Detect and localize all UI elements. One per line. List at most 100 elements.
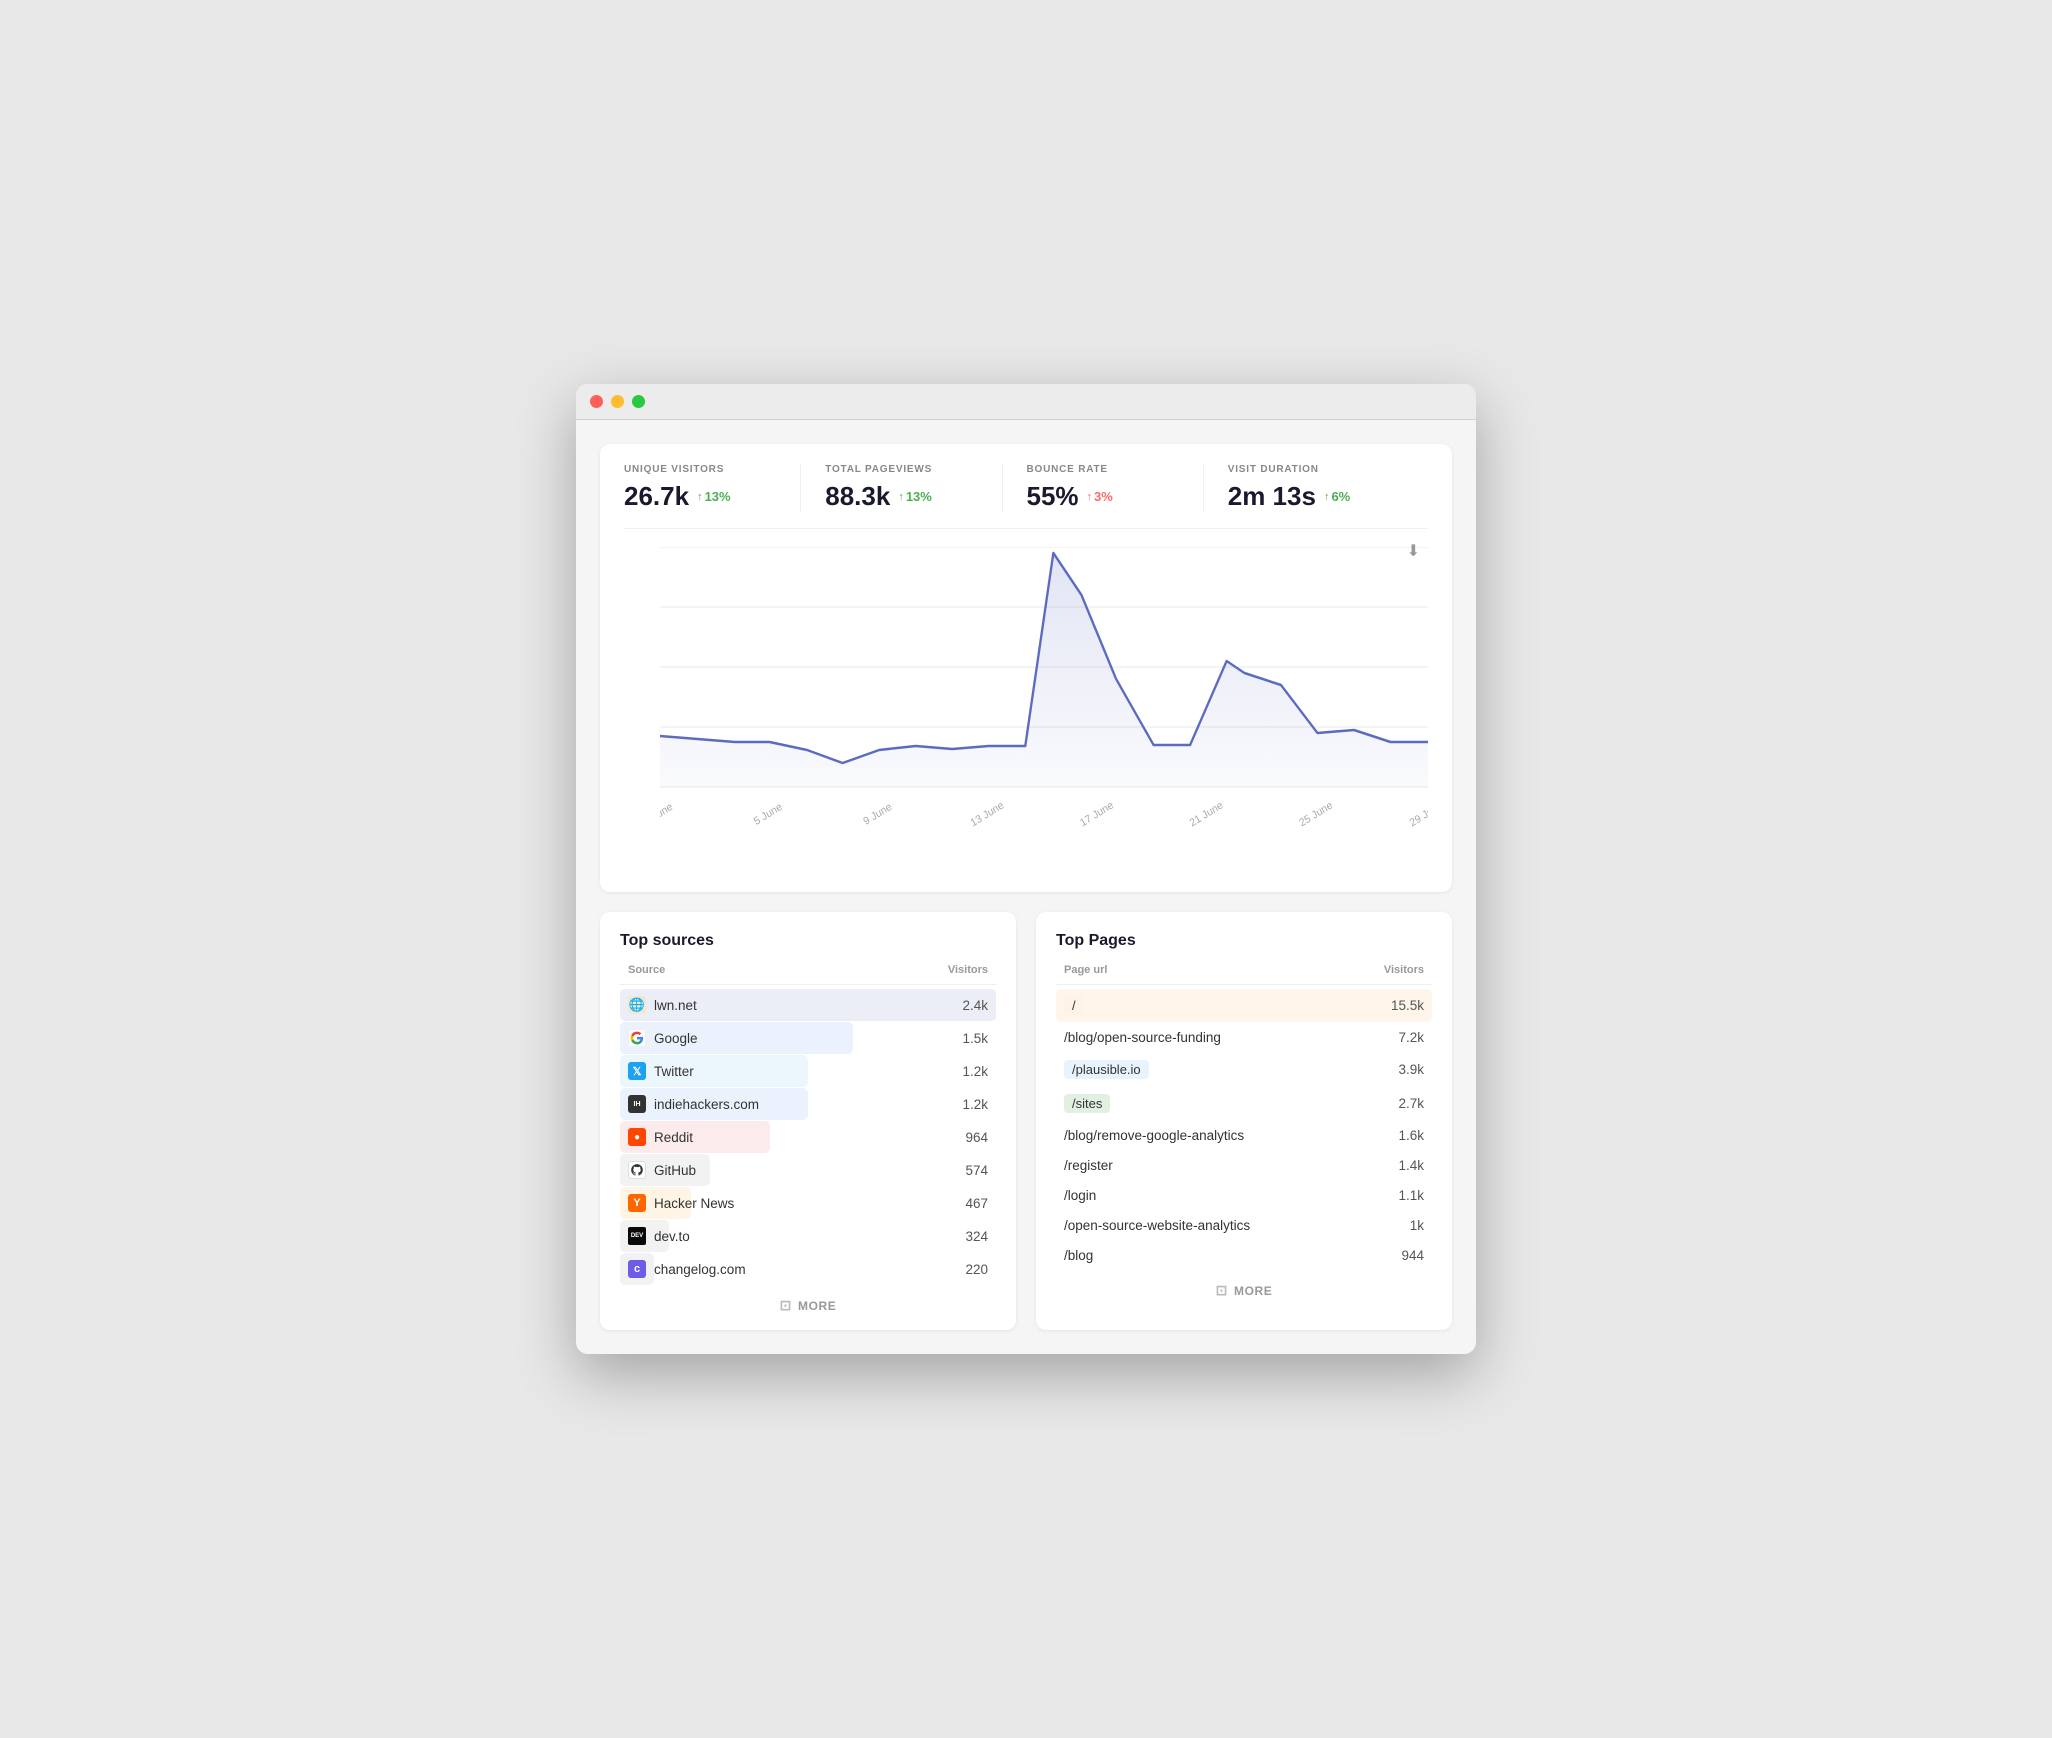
page-row-login[interactable]: /login 1.1k	[1056, 1181, 1432, 1210]
svg-text:9 June: 9 June	[861, 801, 894, 828]
source-visitors-twitter: 1.2k	[962, 1064, 988, 1079]
stat-bounce-rate-value: 55%	[1027, 481, 1079, 512]
svg-text:17 June: 17 June	[1078, 799, 1116, 829]
pages-col-visitors: Visitors	[1384, 964, 1424, 976]
sources-col-source: Source	[628, 964, 665, 976]
page-row-osa[interactable]: /open-source-website-analytics 1k	[1056, 1211, 1432, 1240]
stat-visit-duration-values: 2m 13s ↑ 6%	[1228, 481, 1380, 512]
svg-text:25 June: 25 June	[1297, 799, 1335, 829]
lwn-icon: 🌐	[628, 996, 646, 1014]
sources-table-header: Source Visitors	[620, 964, 996, 985]
page-url-blog-funding: /blog/open-source-funding	[1064, 1030, 1221, 1045]
page-visitors-plausible: 3.9k	[1398, 1062, 1424, 1077]
page-row-blog[interactable]: /blog 944	[1056, 1241, 1432, 1270]
page-url-sites: /sites	[1064, 1094, 1110, 1113]
source-name-google: Google	[654, 1031, 698, 1046]
source-row-google[interactable]: Google 1.5k	[620, 1022, 996, 1054]
close-button[interactable]	[590, 395, 603, 408]
source-row-devto[interactable]: DEV dev.to 324	[620, 1220, 996, 1252]
source-row-hackernews[interactable]: Y Hacker News 467	[620, 1187, 996, 1219]
page-visitors-login: 1.1k	[1398, 1188, 1424, 1203]
svg-text:13 June: 13 June	[969, 799, 1007, 829]
maximize-button[interactable]	[632, 395, 645, 408]
stat-bounce-rate-pct: 3%	[1094, 489, 1113, 504]
top-pages-panel: Top Pages Page url Visitors / 15.5k /	[1036, 912, 1452, 1330]
page-url-home: /	[1064, 996, 1084, 1015]
source-row-reddit[interactable]: ● Reddit 964	[620, 1121, 996, 1153]
page-url-login: /login	[1064, 1188, 1096, 1203]
page-row-sites[interactable]: /sites 2.7k	[1056, 1087, 1432, 1120]
stat-visit-duration-change: ↑ 6%	[1324, 489, 1350, 504]
stat-total-pageviews-change: ↑ 13%	[898, 489, 932, 504]
svg-text:21 June: 21 June	[1188, 799, 1226, 829]
top-pages-title: Top Pages	[1056, 932, 1432, 950]
pages-table-header: Page url Visitors	[1056, 964, 1432, 985]
source-name-github: GitHub	[654, 1163, 696, 1178]
svg-text:29 June: 29 June	[1408, 799, 1428, 829]
hackernews-icon: Y	[628, 1194, 646, 1212]
source-row-twitter[interactable]: 𝕏 Twitter 1.2k	[620, 1055, 996, 1087]
changelog-icon: c	[628, 1260, 646, 1278]
source-name-changelog: changelog.com	[654, 1262, 746, 1277]
stat-total-pageviews-values: 88.3k ↑ 13%	[825, 481, 977, 512]
sources-more-button[interactable]: ⊡ MORE	[620, 1297, 996, 1314]
stat-bounce-rate: BOUNCE RATE 55% ↑ 3%	[1027, 464, 1204, 512]
pages-col-url: Page url	[1064, 964, 1107, 976]
more-icon: ⊡	[1216, 1282, 1228, 1299]
page-row-register[interactable]: /register 1.4k	[1056, 1151, 1432, 1180]
source-row-indiehackers[interactable]: IH indiehackers.com 1.2k	[620, 1088, 996, 1120]
source-row-changelog[interactable]: c changelog.com 220	[620, 1253, 996, 1285]
page-row-plausible[interactable]: /plausible.io 3.9k	[1056, 1053, 1432, 1086]
source-name-indiehackers: indiehackers.com	[654, 1097, 759, 1112]
stat-visit-duration-label: VISIT DURATION	[1228, 464, 1380, 475]
more-icon: ⊡	[780, 1297, 792, 1314]
stat-total-pageviews-value: 88.3k	[825, 481, 890, 512]
traffic-lights	[590, 395, 645, 408]
source-visitors-reddit: 964	[965, 1130, 988, 1145]
minimize-button[interactable]	[611, 395, 624, 408]
pages-more-label: MORE	[1234, 1284, 1272, 1298]
top-sources-title: Top sources	[620, 932, 996, 950]
source-name-twitter: Twitter	[654, 1064, 694, 1079]
page-visitors-osa: 1k	[1410, 1218, 1424, 1233]
reddit-icon: ●	[628, 1128, 646, 1146]
svg-text:1 June: 1 June	[660, 801, 675, 828]
github-icon	[628, 1161, 646, 1179]
page-visitors-sites: 2.7k	[1398, 1096, 1424, 1111]
svg-text:5 June: 5 June	[752, 801, 785, 828]
stat-unique-visitors-change: ↑ 13%	[697, 489, 731, 504]
up-arrow-icon: ↑	[898, 491, 904, 503]
source-visitors-github: 574	[965, 1163, 988, 1178]
page-url-register: /register	[1064, 1158, 1113, 1173]
download-button[interactable]: ⬇	[1399, 537, 1428, 565]
google-icon	[628, 1029, 646, 1047]
chart-area-fill	[660, 553, 1428, 787]
stat-unique-visitors-value: 26.7k	[624, 481, 689, 512]
page-row-blog-funding[interactable]: /blog/open-source-funding 7.2k	[1056, 1023, 1432, 1052]
page-row-remove-ga[interactable]: /blog/remove-google-analytics 1.6k	[1056, 1121, 1432, 1150]
page-visitors-blog-funding: 7.2k	[1398, 1030, 1424, 1045]
stat-unique-visitors: UNIQUE VISITORS 26.7k ↑ 13%	[624, 464, 801, 512]
stat-bounce-rate-change: ↑ 3%	[1087, 489, 1113, 504]
source-visitors-indiehackers: 1.2k	[962, 1097, 988, 1112]
source-visitors-devto: 324	[965, 1229, 988, 1244]
source-visitors-google: 1.5k	[962, 1031, 988, 1046]
stat-visit-duration: VISIT DURATION 2m 13s ↑ 6%	[1228, 464, 1404, 512]
page-url-remove-ga: /blog/remove-google-analytics	[1064, 1128, 1244, 1143]
source-name-devto: dev.to	[654, 1229, 690, 1244]
page-visitors-home: 15.5k	[1391, 998, 1424, 1013]
pages-more-button[interactable]: ⊡ MORE	[1056, 1282, 1432, 1299]
page-visitors-remove-ga: 1.6k	[1398, 1128, 1424, 1143]
source-row-github[interactable]: GitHub 574	[620, 1154, 996, 1186]
sources-col-visitors: Visitors	[948, 964, 988, 976]
source-visitors-lwn: 2.4k	[962, 998, 988, 1013]
source-visitors-hackernews: 467	[965, 1196, 988, 1211]
page-row-home[interactable]: / 15.5k	[1056, 989, 1432, 1022]
devto-icon: DEV	[628, 1227, 646, 1245]
stats-row: UNIQUE VISITORS 26.7k ↑ 13% TOTAL PAGEVI…	[624, 464, 1428, 529]
stat-bounce-rate-values: 55% ↑ 3%	[1027, 481, 1179, 512]
stat-unique-visitors-values: 26.7k ↑ 13%	[624, 481, 776, 512]
main-content: UNIQUE VISITORS 26.7k ↑ 13% TOTAL PAGEVI…	[576, 420, 1476, 1354]
page-url-blog: /blog	[1064, 1248, 1093, 1263]
source-row-lwn[interactable]: 🌐 lwn.net 2.4k	[620, 989, 996, 1021]
